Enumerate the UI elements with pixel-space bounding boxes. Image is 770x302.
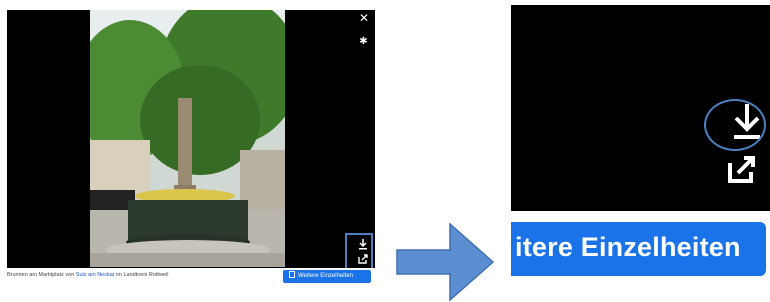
gear-icon[interactable]: ✱ bbox=[357, 35, 370, 48]
caption-suffix: im Landkreis Rottweil bbox=[114, 272, 169, 278]
details-button-small[interactable]: Weitere Einzelheiten bbox=[283, 270, 371, 283]
caption-prefix: Brunnen am Marktplatz von bbox=[7, 272, 76, 278]
fountain-photo bbox=[90, 10, 285, 267]
caption-bar: Brunnen am Marktplatz von Sulz am Neckar… bbox=[7, 268, 375, 286]
share-icon[interactable] bbox=[725, 152, 759, 186]
image-caption: Brunnen am Marktplatz von Sulz am Neckar… bbox=[7, 272, 168, 278]
close-icon[interactable]: ✕ bbox=[358, 12, 370, 24]
highlight-rectangle bbox=[345, 233, 373, 270]
image-viewer-small: ✕ ✱ bbox=[7, 10, 375, 286]
highlight-circle bbox=[704, 99, 766, 151]
details-button-zoomed-label: itere Einzelheiten bbox=[515, 232, 741, 262]
caption-link-sulz[interactable]: Sulz am Neckar bbox=[76, 272, 115, 278]
arrow-right-icon bbox=[396, 222, 495, 302]
details-button-small-label: Weitere Einzelheiten bbox=[298, 273, 353, 279]
details-button-zoomed[interactable]: itere Einzelheiten bbox=[511, 222, 766, 276]
info-icon bbox=[289, 271, 295, 278]
